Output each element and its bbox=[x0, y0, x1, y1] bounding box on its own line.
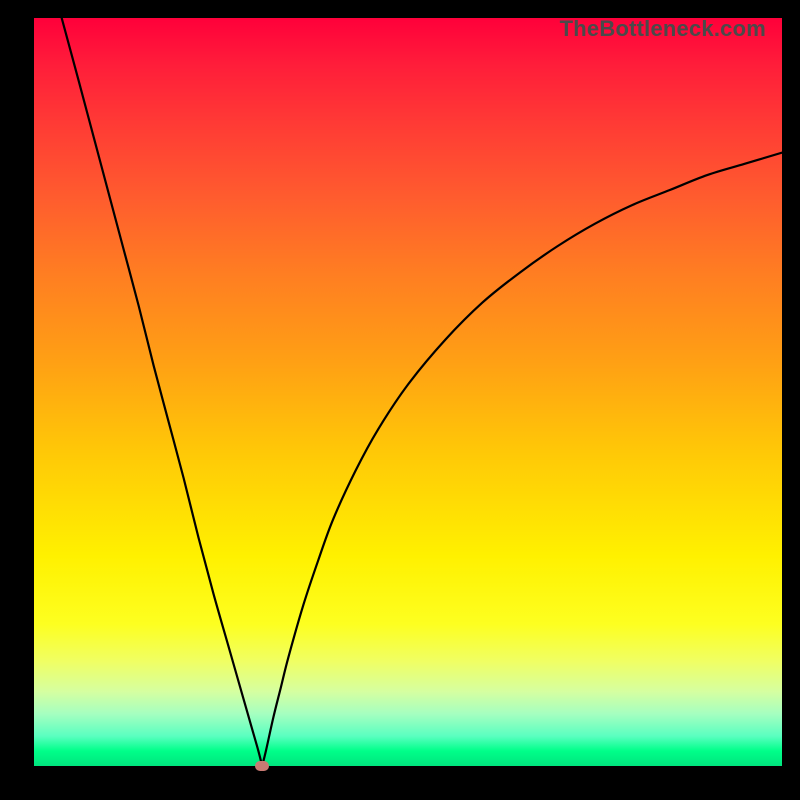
curve-right bbox=[262, 153, 782, 766]
chart-frame: TheBottleneck.com bbox=[0, 0, 800, 800]
plot-area: TheBottleneck.com bbox=[34, 18, 782, 766]
curve-svg bbox=[34, 18, 782, 766]
curve-left bbox=[62, 18, 262, 766]
minimum-point-marker bbox=[255, 761, 269, 771]
